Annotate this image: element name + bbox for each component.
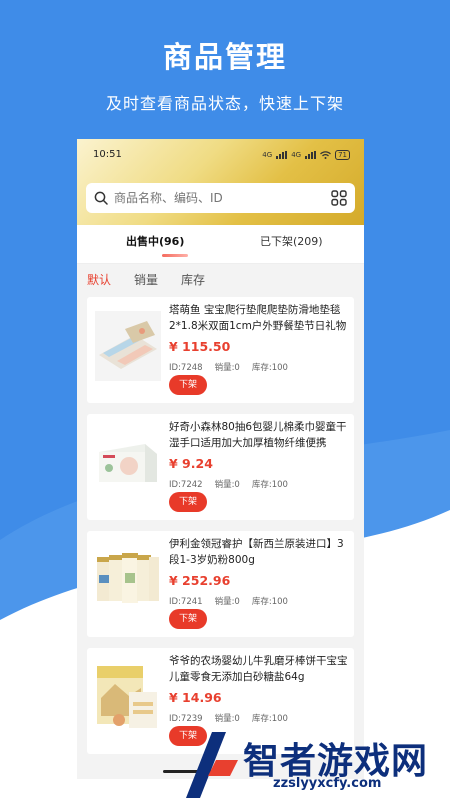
product-price: ¥ 252.96 [169, 573, 231, 588]
product-id: ID:7248 [169, 363, 203, 373]
product-meta: ID:7239 销量:0 库存:100 [169, 712, 300, 724]
product-meta: ID:7241 销量:0 库存:100 [169, 595, 300, 607]
tab-on-sale[interactable]: 出售中(96) [126, 233, 184, 249]
product-name: 伊利金领冠睿护【新西兰原装进口】3段1-3岁奶粉800g [169, 538, 344, 566]
product-stock: 库存:100 [251, 363, 288, 373]
product-meta: ID:7242 销量:0 库存:100 [169, 478, 300, 490]
take-down-button[interactable]: 下架 [169, 375, 207, 395]
signal-icon-2 [305, 151, 317, 159]
product-sales: 销量:0 [214, 363, 240, 373]
header-banner: 10:51 4G 4G 71 [77, 139, 364, 225]
product-card[interactable]: 伊利金领冠睿护【新西兰原装进口】3段1-3岁奶粉800g ¥ 252.96 ID… [87, 531, 354, 637]
product-price: ¥ 9.24 [169, 456, 213, 471]
phone-screen: 10:51 4G 4G 71 出售中(9 [77, 139, 364, 779]
search-bar[interactable] [86, 183, 355, 213]
status-time: 10:51 [93, 149, 122, 160]
product-name: 爷爷的农场婴幼儿牛乳磨牙棒饼干宝宝儿童零食无添加白砂糖盐64g [169, 655, 348, 683]
product-stock: 库存:100 [251, 480, 288, 490]
sort-default[interactable]: 默认 [87, 271, 111, 288]
sort-stock[interactable]: 库存 [181, 271, 205, 288]
product-sales: 销量:0 [214, 714, 240, 724]
sort-sales[interactable]: 销量 [134, 271, 158, 288]
product-image-biscuits [95, 662, 161, 732]
tab-off-shelf[interactable]: 已下架(209) [260, 233, 323, 249]
product-name: 塔萌鱼 宝宝爬行垫爬爬垫防滑地垫毯2*1.8米双面1cm户外野餐垫节日礼物 [169, 304, 347, 332]
promo-title: 商品管理 [162, 40, 287, 74]
watermark-logo-icon [186, 732, 238, 798]
watermark: 智者游戏网 zzslyyxcfy.com [180, 730, 450, 800]
product-meta: ID:7248 销量:0 库存:100 [169, 361, 300, 373]
sort-bar: 默认 销量 库存 [77, 263, 364, 296]
product-price: ¥ 115.50 [169, 339, 231, 354]
wifi-icon [320, 151, 332, 159]
product-stock: 库存:100 [251, 597, 288, 607]
search-icon [94, 191, 108, 205]
product-image-wipes [95, 428, 161, 498]
promo-subtitle: 及时查看商品状态，快速上下架 [105, 94, 344, 113]
product-card[interactable]: 好奇小森林80抽6包婴儿棉柔巾婴童干湿手口适用加大加厚植物纤维便携 ¥ 9.24… [87, 414, 354, 520]
product-card[interactable]: 塔萌鱼 宝宝爬行垫爬爬垫防滑地垫毯2*1.8米双面1cm户外野餐垫节日礼物 ¥ … [87, 297, 354, 403]
search-input[interactable] [114, 183, 314, 213]
product-sales: 销量:0 [214, 597, 240, 607]
product-stock: 库存:100 [251, 714, 288, 724]
product-sales: 销量:0 [214, 480, 240, 490]
take-down-button[interactable]: 下架 [169, 492, 207, 512]
signal-icon [276, 151, 288, 159]
product-id: ID:7242 [169, 480, 203, 490]
product-name: 好奇小森林80抽6包婴儿棉柔巾婴童干湿手口适用加大加厚植物纤维便携 [169, 421, 347, 449]
product-image-milk-powder [95, 545, 161, 615]
network-label-2: 4G [291, 151, 302, 159]
watermark-url: zzslyyxcfy.com [273, 776, 382, 791]
product-id: ID:7239 [169, 714, 203, 724]
battery-icon: 71 [335, 150, 350, 160]
status-tabs: 出售中(96) 已下架(209) [77, 225, 364, 263]
take-down-button[interactable]: 下架 [169, 609, 207, 629]
status-icons: 4G 4G 71 [262, 150, 350, 160]
active-tab-indicator [162, 254, 188, 257]
scan-grid-icon[interactable] [331, 190, 347, 206]
network-label-1: 4G [262, 151, 273, 159]
product-image-play-mat [95, 311, 161, 381]
status-bar: 10:51 4G 4G 71 [77, 139, 364, 171]
product-price: ¥ 14.96 [169, 690, 222, 705]
product-id: ID:7241 [169, 597, 203, 607]
